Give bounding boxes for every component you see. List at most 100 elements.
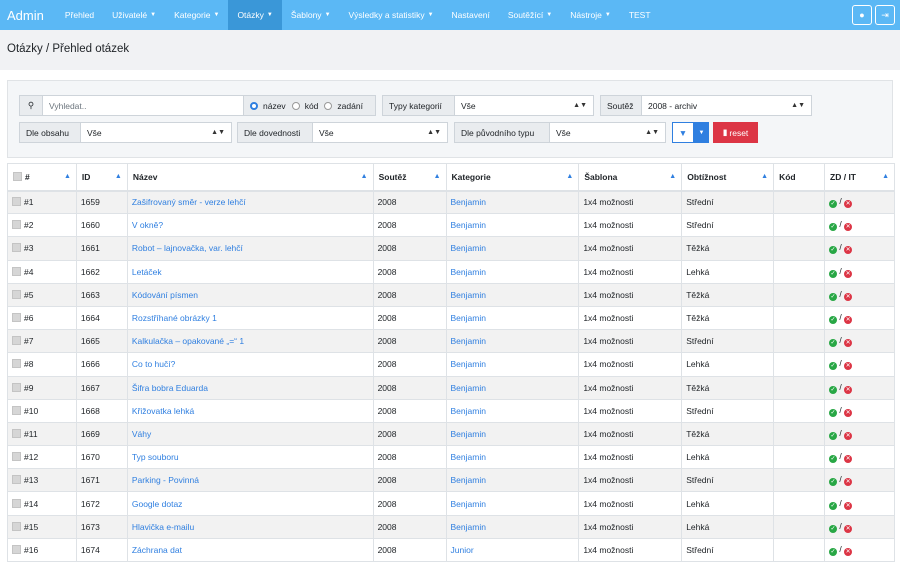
category-link[interactable]: Benjamin [451,290,486,300]
row-checkbox[interactable] [12,405,21,415]
table-row[interactable]: #10 1668 Křižovatka lehká 2008 Benjamin 1x4 m… [7,398,895,423]
logout-button[interactable]: ⇥ [875,5,895,25]
category-link[interactable]: Benjamin [451,336,486,346]
category-link[interactable]: Benjamin [451,429,486,439]
table-row[interactable]: #8 1666 Co to hučí? 2008 Benjamin 1x4 možnost… [7,352,895,377]
col-sablona[interactable]: Šablona ▲ [578,163,683,192]
cell-obtiznost: Lehká [681,259,775,284]
table-row[interactable]: #6 1664 Rozstříhané obrázky 1 2008 Benjamin 1… [7,305,895,331]
radio-nazev[interactable] [250,101,258,110]
category-link[interactable]: Benjamin [451,452,486,462]
table-row[interactable]: #14 1672 Google dotaz 2008 Benjamin 1x4 možno… [7,491,895,516]
select-all-checkbox[interactable] [13,171,22,181]
nav-item-5[interactable]: Výsledky a statistiky ▼ [340,0,443,30]
nav-item-3[interactable]: Otázky ▼ [228,0,282,30]
nav-item-0[interactable]: Přehled [56,0,103,30]
category-link[interactable]: Benjamin [451,267,486,277]
table-row[interactable]: #7 1665 Kalkulačka – opakované „=“ 1 2008 Be… [7,329,895,354]
category-link[interactable]: Benjamin [451,243,486,253]
question-link[interactable]: Robot – lajnovačka, var. lehčí [132,243,243,253]
col-nazev[interactable]: Název ▲ [126,163,374,192]
reset-button[interactable]: ▮ reset [713,122,758,143]
nav-item-8[interactable]: Nástroje ▼ [561,0,620,30]
question-link[interactable]: Kalkulačka – opakované „=“ 1 [132,336,244,346]
table-row[interactable]: #5 1663 Kódování písmen 2008 Benjamin 1x4 mož… [7,282,895,307]
category-link[interactable]: Benjamin [451,313,486,323]
category-link[interactable]: Benjamin [451,383,486,393]
dovednosti-select[interactable]: Vše ▲▼ [312,122,448,143]
row-checkbox[interactable] [12,428,21,438]
col-obtiznost[interactable]: Obtížnost ▲ [681,163,775,192]
question-link[interactable]: Co to hučí? [132,359,175,369]
category-link[interactable]: Benjamin [451,475,486,485]
category-link[interactable]: Benjamin [451,499,486,509]
question-link[interactable]: Rozstříhané obrázky 1 [132,313,217,323]
nav-item-6[interactable]: Nastavení [443,0,499,30]
nav-item-1[interactable]: Uživatelé ▼ [103,0,165,30]
question-link[interactable]: V okně? [132,220,163,230]
question-link[interactable]: Letáček [132,267,162,277]
radio-kod[interactable] [291,101,300,110]
table-row[interactable]: #11 1669 Váhy 2008 Benjamin 1x4 možnosti Těžká… [7,421,895,447]
table-row[interactable]: #12 1670 Typ souboru 2008 Benjamin 1x4 možnos… [7,445,895,470]
table-row[interactable]: #16 1674 Záchrana dat 2008 Junior 1x4 možnost… [7,537,895,562]
row-checkbox[interactable] [12,197,21,207]
soutez-select[interactable]: 2008 - archiv ▲▼ [641,95,812,116]
col-num[interactable]: # ▲ [7,163,77,192]
user-button[interactable]: ● [852,5,872,25]
nav-item-7[interactable]: Soutěžící ▼ [499,0,561,30]
filter-button[interactable]: ▼ [672,122,694,143]
table-row[interactable]: #2 1660 V okně? 2008 Benjamin 1x4 možnosti Stř… [7,213,895,238]
row-checkbox[interactable] [12,313,21,323]
col-kod[interactable]: Kód [773,163,826,192]
col-soutez[interactable]: Soutěž ▲ [372,163,447,192]
table-row[interactable]: #1 1659 Zašifrovaný směr - verze lehčí 2008… [7,189,895,215]
nav-item-4[interactable]: Šablony ▼ [282,0,340,30]
row-checkbox[interactable] [12,243,21,253]
category-link[interactable]: Benjamin [451,406,486,416]
row-checkbox[interactable] [12,544,21,554]
row-checkbox[interactable] [12,336,21,346]
question-link[interactable]: Křižovatka lehká [132,406,194,416]
category-link[interactable]: Benjamin [451,522,486,532]
category-link[interactable]: Benjamin [451,197,486,207]
row-checkbox[interactable] [12,452,21,462]
row-checkbox[interactable] [12,521,21,531]
nav-item-9[interactable]: TEST [620,0,660,30]
category-link[interactable]: Benjamin [451,359,486,369]
row-checkbox[interactable] [12,220,21,230]
row-checkbox[interactable] [12,266,21,276]
search-input[interactable]: Vyhledat.. [42,95,244,116]
row-checkbox[interactable] [12,498,21,508]
radio-zadani[interactable] [324,101,333,110]
typy-select[interactable]: Vše ▲▼ [454,95,594,116]
table-row[interactable]: #15 1673 Hlavička e-mailu 2008 Benjamin 1x4 m… [7,514,895,539]
table-row[interactable]: #13 1671 Parking - Povinná 2008 Benjamin 1x4 … [7,468,895,493]
col-zdit[interactable]: ZD / IT ▲ [824,163,895,192]
category-link[interactable]: Benjamin [451,220,486,230]
category-link[interactable]: Junior [451,545,474,555]
table-row[interactable]: #3 1661 Robot – lajnovačka, var. lehčí 2008… [7,236,895,261]
question-link[interactable]: Šifra bobra Eduarda [132,383,208,393]
col-id[interactable]: ID ▲ [75,163,128,192]
nav-item-2[interactable]: Kategorie ▼ [165,0,228,30]
col-kategorie[interactable]: Kategorie ▲ [445,163,580,192]
row-checkbox[interactable] [12,382,21,392]
question-link[interactable]: Hlavička e-mailu [132,522,194,532]
obsah-select[interactable]: Vše ▲▼ [80,122,232,143]
question-link[interactable]: Váhy [132,429,151,439]
question-link[interactable]: Kódování písmen [132,290,198,300]
question-link[interactable]: Zašifrovaný směr - verze lehčí [132,197,246,207]
question-link[interactable]: Parking - Povinná [132,475,199,485]
brand-logo[interactable]: Admin [0,8,52,23]
row-checkbox[interactable] [12,475,21,485]
puvodni-select[interactable]: Vše ▲▼ [549,122,666,143]
row-checkbox[interactable] [12,359,21,369]
question-link[interactable]: Typ souboru [132,452,179,462]
row-checkbox[interactable] [12,289,21,299]
question-link[interactable]: Záchrana dat [132,545,182,555]
question-link[interactable]: Google dotaz [132,499,183,509]
filter-dropdown-toggle[interactable]: ▼ [694,122,709,143]
table-row[interactable]: #9 1667 Šifra bobra Eduarda 2008 Benjamin 1x4… [7,375,895,400]
table-row[interactable]: #4 1662 Letáček 2008 Benjamin 1x4 možnosti Leh… [7,259,895,284]
